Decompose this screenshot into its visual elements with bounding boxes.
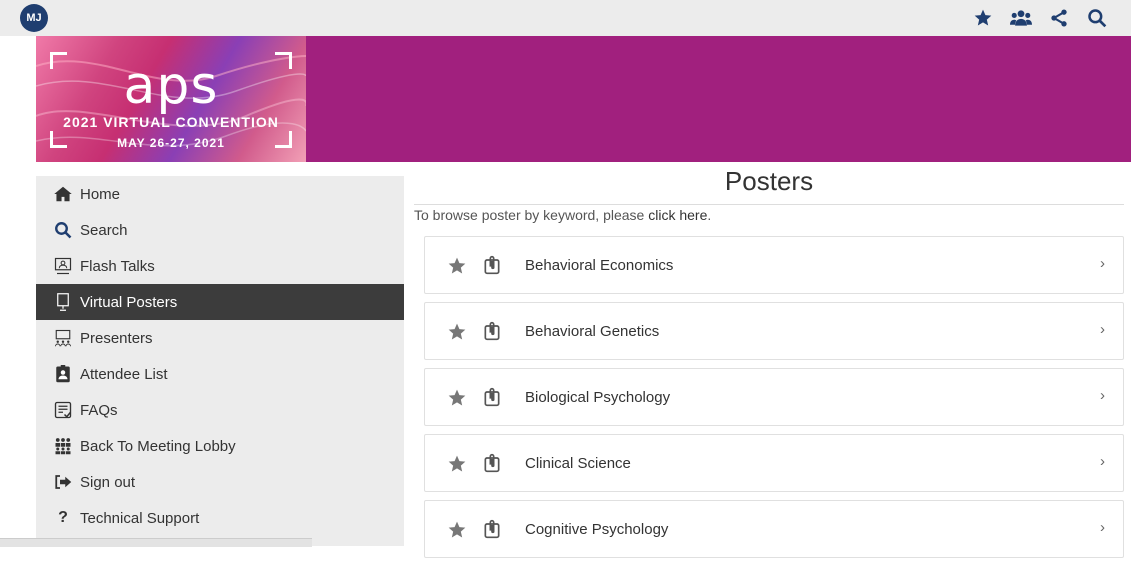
convention-banner: aps 2021 VIRTUAL CONVENTION MAY 26-27, 2… — [36, 36, 1131, 162]
favorite-star-icon[interactable] — [447, 520, 467, 545]
browse-end: . — [707, 207, 712, 223]
share-icon[interactable] — [1047, 6, 1071, 30]
top-bar: MJ — [0, 0, 1131, 36]
chevron-right-icon: › — [1100, 519, 1105, 536]
presenter-icon — [54, 257, 72, 275]
favorite-star-icon[interactable] — [447, 322, 467, 347]
sidebar-nav: Home Search Flash Talks Virtual Posters … — [36, 176, 404, 546]
sidebar-item-label: Flash Talks — [80, 257, 155, 275]
lobby-icon — [54, 437, 72, 455]
group-icon[interactable] — [1009, 6, 1033, 30]
poster-category-item[interactable]: Behavioral Economics › — [424, 236, 1124, 294]
sidebar-item-label: Home — [80, 185, 121, 203]
sidebar-item-label: Sign out — [80, 473, 136, 491]
convention-dates: MAY 26-27, 2021 — [117, 136, 225, 150]
sidebar-item-attendee-list[interactable]: Attendee List — [36, 356, 404, 392]
poster-category-label: Biological Psychology — [525, 389, 671, 406]
sidebar-item-label: FAQs — [80, 401, 118, 419]
sidebar-item-label: Attendee List — [80, 365, 168, 383]
paperclip-icon — [483, 321, 501, 346]
browse-keyword-link[interactable]: click here — [648, 207, 707, 223]
poster-board-icon — [54, 293, 72, 311]
top-icon-group — [971, 6, 1109, 30]
favorite-star-icon[interactable] — [447, 388, 467, 413]
aps-convention-logo[interactable]: aps 2021 VIRTUAL CONVENTION MAY 26-27, 2… — [36, 36, 306, 162]
convention-title: 2021 VIRTUAL CONVENTION — [63, 114, 279, 130]
favorite-star-icon[interactable] — [447, 454, 467, 479]
search-icon — [54, 221, 72, 239]
search-icon[interactable] — [1085, 6, 1109, 30]
poster-category-item[interactable]: Clinical Science › — [424, 434, 1124, 492]
paperclip-icon — [483, 519, 501, 544]
star-icon[interactable] — [971, 6, 995, 30]
main-content: Posters To browse poster by keyword, ple… — [414, 166, 1124, 558]
title-divider — [414, 204, 1124, 205]
sidebar-item-sign-out[interactable]: Sign out — [36, 464, 404, 500]
paperclip-icon — [483, 453, 501, 478]
user-avatar[interactable]: MJ — [20, 4, 48, 32]
chevron-right-icon: › — [1100, 387, 1105, 404]
paperclip-icon — [483, 387, 501, 412]
badge-icon — [54, 365, 72, 383]
browse-instructions: To browse poster by keyword, please clic… — [414, 207, 711, 223]
sidebar-item-home[interactable]: Home — [36, 176, 404, 212]
poster-category-list: Behavioral Economics › Behavioral Geneti… — [424, 236, 1124, 566]
page-title: Posters — [724, 166, 814, 196]
sidebar-item-technical-support[interactable]: ? Technical Support — [36, 500, 404, 536]
favorite-star-icon[interactable] — [447, 256, 467, 281]
sidebar-item-label: Back To Meeting Lobby — [80, 437, 236, 455]
presenters-icon — [54, 329, 72, 347]
sidebar-item-flash-talks[interactable]: Flash Talks — [36, 248, 404, 284]
chevron-right-icon: › — [1100, 453, 1105, 470]
sign-out-icon — [54, 473, 72, 491]
sidebar-item-virtual-posters[interactable]: Virtual Posters — [36, 284, 404, 320]
poster-category-label: Behavioral Economics — [525, 257, 674, 274]
poster-category-label: Behavioral Genetics — [525, 323, 660, 340]
sidebar-item-label: Presenters — [80, 329, 153, 347]
home-icon — [54, 185, 72, 203]
poster-category-item[interactable]: Behavioral Genetics › — [424, 302, 1124, 360]
poster-category-item[interactable]: Biological Psychology › — [424, 368, 1124, 426]
chevron-right-icon: › — [1100, 321, 1105, 338]
poster-category-label: Cognitive Psychology — [525, 521, 669, 538]
faq-icon — [54, 401, 72, 419]
aps-logo-text: aps — [123, 56, 219, 116]
sidebar-item-label: Virtual Posters — [80, 293, 178, 311]
sidebar-item-presenters[interactable]: Presenters — [36, 320, 404, 356]
question-icon: ? — [58, 509, 68, 526]
sidebar-item-label: Technical Support — [80, 509, 200, 527]
sidebar-item-search[interactable]: Search — [36, 212, 404, 248]
paperclip-icon — [483, 255, 501, 280]
browse-text: To browse poster by keyword, please — [414, 207, 649, 223]
sidebar-item-lobby[interactable]: Back To Meeting Lobby — [36, 428, 404, 464]
poster-category-label: Clinical Science — [525, 455, 631, 472]
poster-category-item[interactable]: Cognitive Psychology › — [424, 500, 1124, 558]
sidebar-item-label: Search — [80, 221, 128, 239]
sidebar-item-faqs[interactable]: FAQs — [36, 392, 404, 428]
chevron-right-icon: › — [1100, 255, 1105, 272]
